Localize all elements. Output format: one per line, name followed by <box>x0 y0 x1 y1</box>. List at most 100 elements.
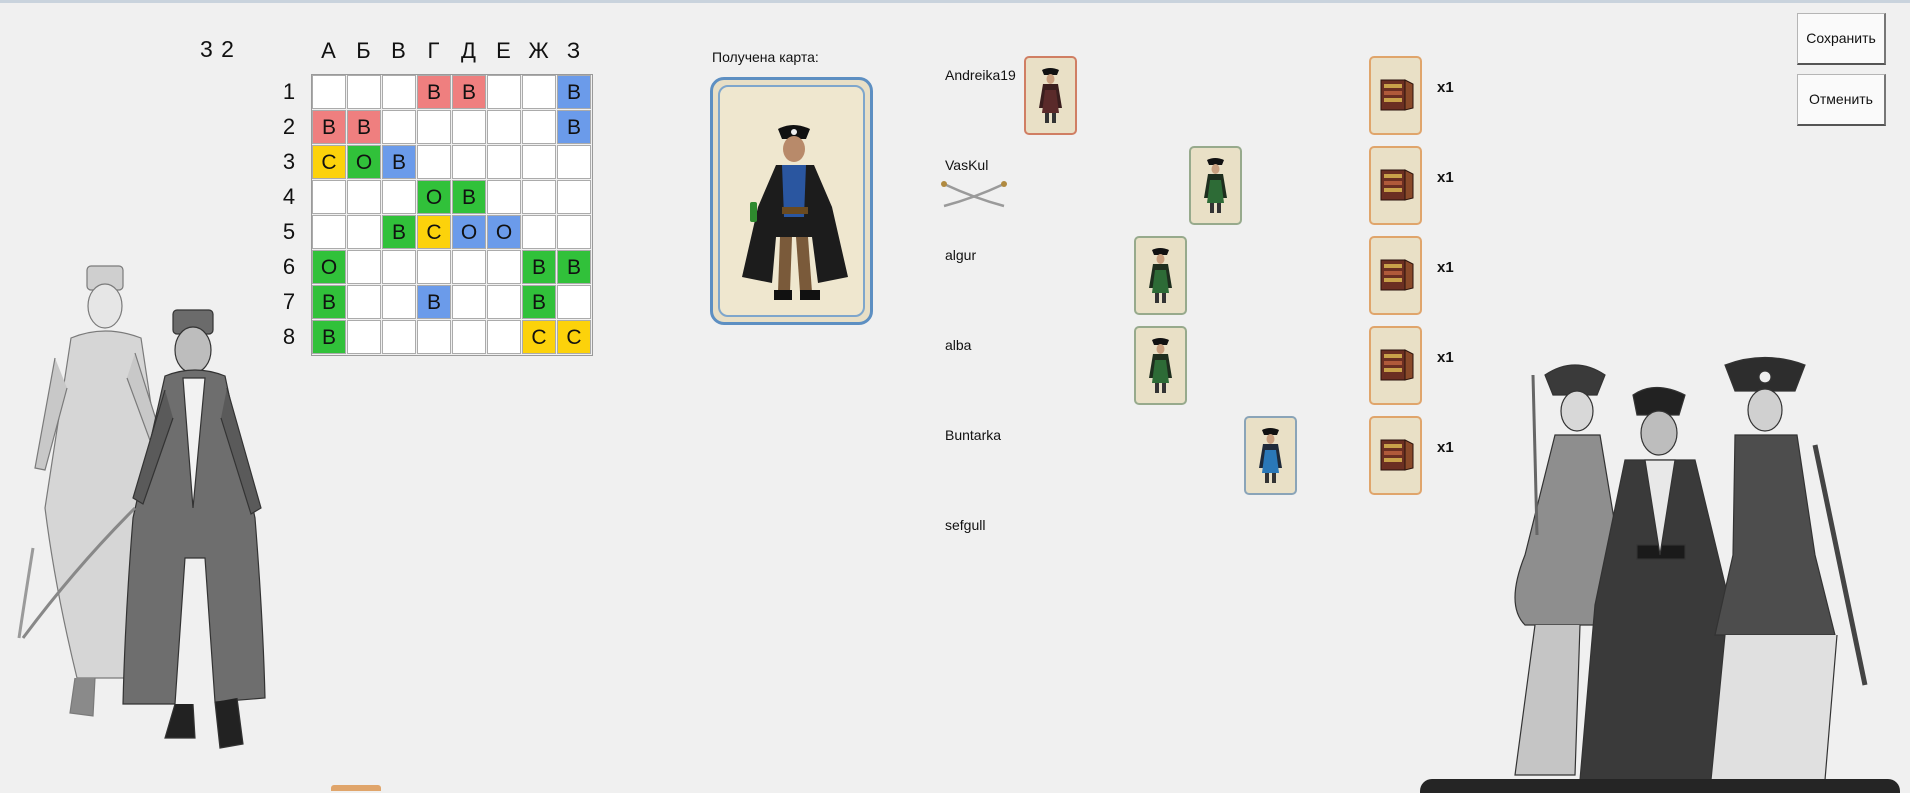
crossed-swords-icon <box>940 180 1008 215</box>
pirate-woman-blue-card-figure <box>1259 428 1282 483</box>
treasure-chest-icon <box>1380 79 1414 111</box>
board-cell[interactable] <box>487 250 521 284</box>
treasure-chest-card[interactable] <box>1369 236 1422 315</box>
player-name: VasKul <box>945 157 989 173</box>
board-cell[interactable] <box>487 180 521 214</box>
board-cell[interactable] <box>417 320 451 354</box>
row-header: 2 <box>282 114 296 139</box>
board-cell[interactable]: О <box>417 180 451 214</box>
board-cell[interactable] <box>452 110 486 144</box>
board-cell[interactable] <box>312 215 346 249</box>
board-cell[interactable]: В <box>557 250 591 284</box>
cancel-button[interactable]: Отменить <box>1797 74 1886 126</box>
board-cell[interactable] <box>557 180 591 214</box>
save-button[interactable]: Сохранить <box>1797 13 1886 65</box>
board-cell[interactable]: В <box>312 110 346 144</box>
board-cell[interactable] <box>452 145 486 179</box>
board-cell[interactable] <box>382 75 416 109</box>
pirate-woman-card-figure <box>1204 158 1227 213</box>
board-cell[interactable]: В <box>347 110 381 144</box>
board-cell[interactable]: В <box>522 250 556 284</box>
pirate-captain-card <box>718 85 865 317</box>
chest-count: x1 <box>1437 79 1454 96</box>
column-header: Г <box>427 38 440 63</box>
board-cell[interactable]: С <box>312 145 346 179</box>
board-cell[interactable] <box>347 180 381 214</box>
officers-illustration <box>15 258 295 750</box>
board-cell[interactable] <box>522 110 556 144</box>
treasure-chest-card[interactable] <box>1369 56 1422 135</box>
board-cell[interactable] <box>417 110 451 144</box>
board-cell[interactable] <box>452 250 486 284</box>
pirate-woman-card-figure <box>1149 248 1172 303</box>
board-cell[interactable] <box>522 145 556 179</box>
board-cell[interactable] <box>417 250 451 284</box>
pirate-women-illustration <box>1485 355 1885 780</box>
board-cell[interactable] <box>487 110 521 144</box>
board-cell[interactable] <box>522 215 556 249</box>
board-cell[interactable] <box>487 320 521 354</box>
board-cell[interactable] <box>557 145 591 179</box>
board-cell[interactable]: О <box>452 215 486 249</box>
board-cell[interactable] <box>557 285 591 319</box>
board-cell[interactable]: В <box>522 285 556 319</box>
board-cell[interactable] <box>452 320 486 354</box>
received-card[interactable] <box>710 77 873 325</box>
pirate-woman-blue-card[interactable] <box>1244 416 1297 495</box>
treasure-chest-card[interactable] <box>1369 146 1422 225</box>
board-cell[interactable]: В <box>312 285 346 319</box>
board-cell[interactable] <box>347 320 381 354</box>
board-cell[interactable] <box>312 75 346 109</box>
treasure-chest-card[interactable] <box>1369 326 1422 405</box>
board-cell[interactable] <box>382 320 416 354</box>
treasure-chest-card[interactable] <box>1369 416 1422 495</box>
board-cell[interactable] <box>487 285 521 319</box>
board-cell[interactable]: О <box>312 250 346 284</box>
treasure-chest-icon <box>1380 259 1414 291</box>
board-cell[interactable]: В <box>417 285 451 319</box>
board-cell[interactable] <box>522 75 556 109</box>
board-cell[interactable] <box>417 145 451 179</box>
chest-count: x1 <box>1437 169 1454 186</box>
board-cell[interactable] <box>347 215 381 249</box>
chest-count: x1 <box>1437 349 1454 366</box>
board-cell[interactable]: В <box>557 75 591 109</box>
board-cell[interactable] <box>452 285 486 319</box>
chest-count: x1 <box>1437 259 1454 276</box>
board-cell[interactable]: В <box>312 320 346 354</box>
row-header: 4 <box>282 184 296 209</box>
board-cell[interactable] <box>487 75 521 109</box>
column-header: Б <box>356 38 371 63</box>
pirate-woman-card[interactable] <box>1189 146 1242 225</box>
board-cell[interactable] <box>382 250 416 284</box>
board-cell[interactable]: В <box>417 75 451 109</box>
board-cell[interactable] <box>487 145 521 179</box>
row-header: 6 <box>282 254 296 279</box>
pirate-woman-card[interactable] <box>1134 236 1187 315</box>
board-cell[interactable] <box>522 180 556 214</box>
board-cell[interactable] <box>347 285 381 319</box>
board-cell[interactable]: С <box>557 320 591 354</box>
board-cell[interactable] <box>382 285 416 319</box>
board-cell[interactable]: В <box>382 145 416 179</box>
board-cell[interactable]: С <box>417 215 451 249</box>
board-cell[interactable]: В <box>452 180 486 214</box>
board-cell[interactable] <box>312 180 346 214</box>
player-name: sefgull <box>945 517 986 533</box>
board-cell[interactable]: В <box>452 75 486 109</box>
board-cell[interactable]: С <box>522 320 556 354</box>
board-cell[interactable]: В <box>557 110 591 144</box>
pirate-woman-card[interactable] <box>1134 326 1187 405</box>
board-cell[interactable]: В <box>382 215 416 249</box>
board-cell[interactable]: О <box>347 145 381 179</box>
board-cell[interactable]: О <box>487 215 521 249</box>
captain-card[interactable] <box>1024 56 1077 135</box>
board-cell[interactable] <box>347 250 381 284</box>
chat-panel-bar[interactable] <box>1420 779 1900 793</box>
board-cell[interactable] <box>382 180 416 214</box>
column-header: З <box>566 38 581 63</box>
board-cell[interactable] <box>557 215 591 249</box>
board-cell[interactable] <box>347 75 381 109</box>
board-cell[interactable] <box>382 110 416 144</box>
hand-card-stub[interactable] <box>331 785 381 791</box>
